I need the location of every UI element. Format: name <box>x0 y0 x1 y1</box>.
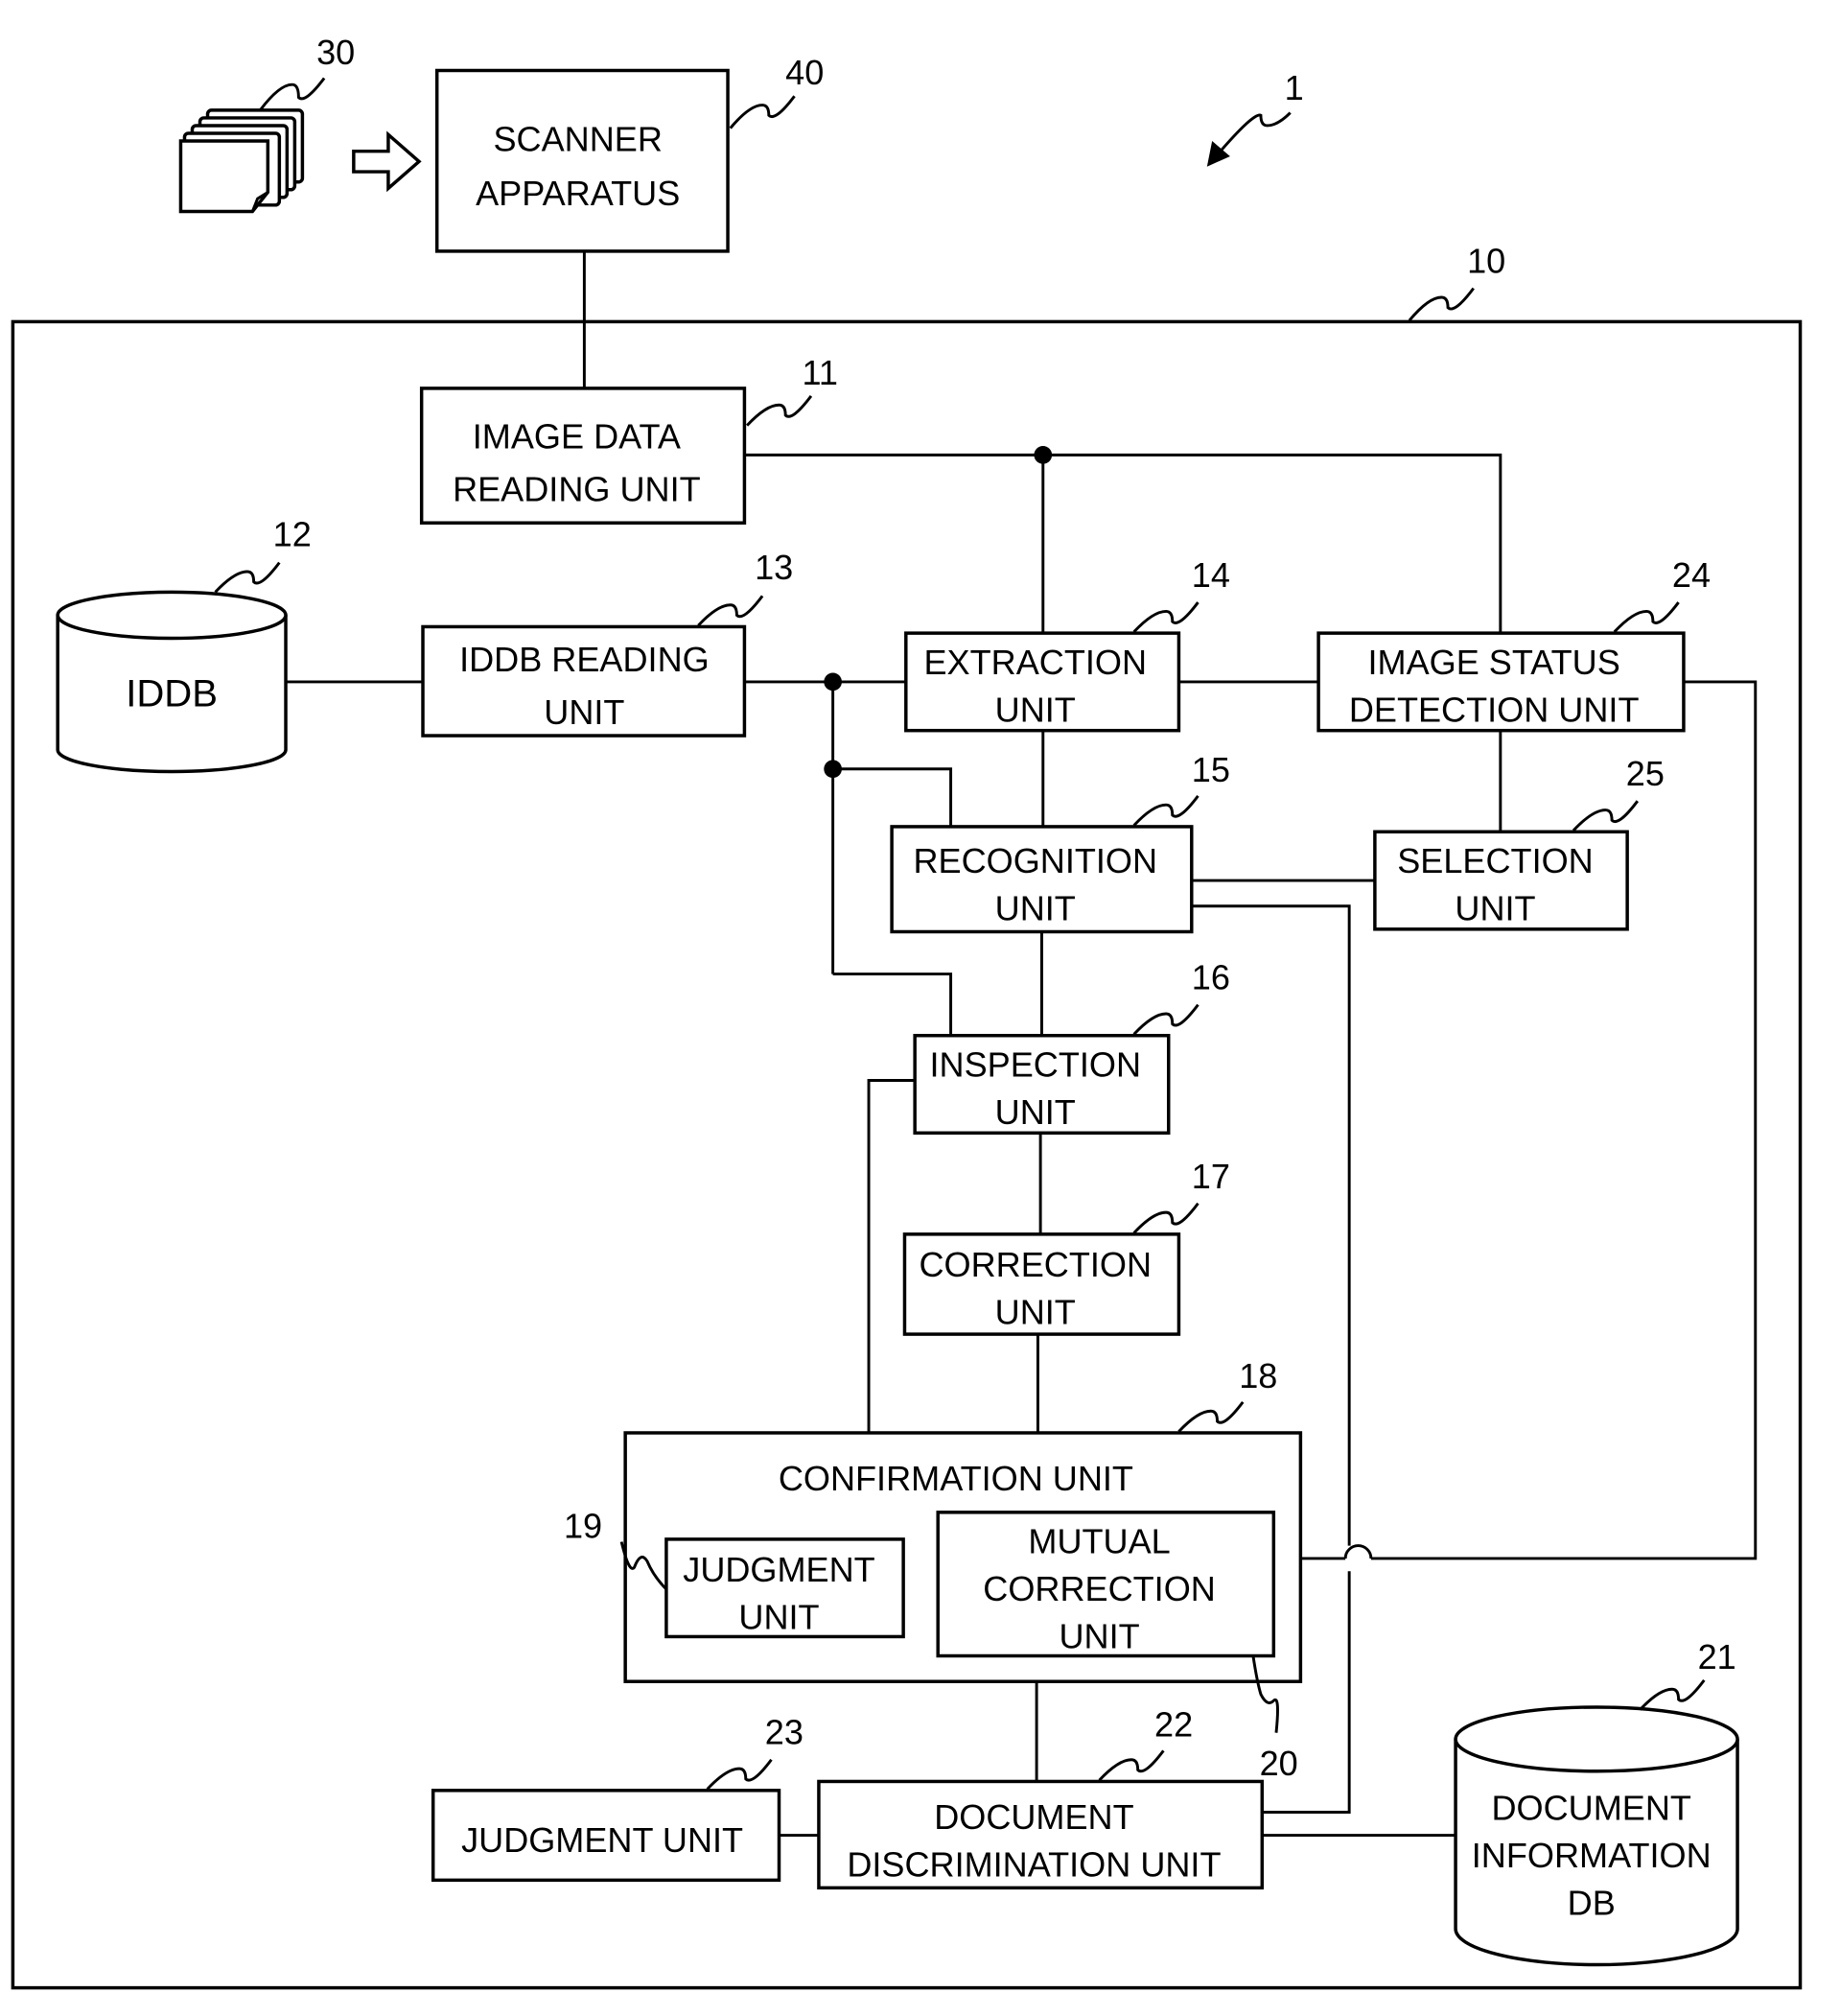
ref-15: 15 <box>1192 750 1230 789</box>
ref-20: 20 <box>1260 1744 1298 1783</box>
ref-14: 14 <box>1192 555 1230 595</box>
image-status-label-2: DETECTION UNIT <box>1349 690 1640 729</box>
image-status-label-1: IMAGE STATUS <box>1368 643 1620 682</box>
scanner-label-1: SCANNER <box>493 120 662 159</box>
selection-label-2: UNIT <box>1455 888 1535 927</box>
ref-18: 18 <box>1239 1356 1277 1395</box>
junction-dot <box>824 760 842 779</box>
documents-stack-icon <box>178 108 305 214</box>
apparatus-ref: 10 <box>1467 242 1505 281</box>
recognition-label-1: RECOGNITION <box>913 841 1157 880</box>
scanner-label-2: APPARATUS <box>476 174 680 213</box>
ref-23: 23 <box>765 1713 804 1752</box>
ref-21: 21 <box>1698 1637 1736 1676</box>
doc-info-db-label-3: DB <box>1568 1883 1616 1922</box>
mutual-correction-label-2: CORRECTION <box>983 1569 1216 1608</box>
system-pointer-arrow <box>1215 111 1292 157</box>
scanner-ref: 40 <box>785 53 824 92</box>
ref-17: 17 <box>1192 1157 1230 1196</box>
mutual-correction-label-1: MUTUAL <box>1028 1522 1170 1561</box>
correction-label-1: CORRECTION <box>920 1245 1153 1284</box>
ref-24: 24 <box>1672 555 1711 595</box>
doc-discrimination-label-1: DOCUMENT <box>934 1797 1133 1837</box>
scanner-apparatus-box <box>434 68 730 253</box>
junction-dot <box>824 672 842 692</box>
judgment-label: JUDGMENT UNIT <box>461 1820 743 1860</box>
feed-arrow-icon <box>352 130 422 193</box>
ref-13: 13 <box>755 548 793 587</box>
block-diagram: 30 SCANNER APPARATUS 40 1 10 IMAGE DATA … <box>11 33 1803 1990</box>
iddb-reading-label-2: UNIT <box>544 692 624 732</box>
extraction-label-1: EXTRACTION <box>924 643 1148 682</box>
judgment-inner-label-2: UNIT <box>738 1597 819 1636</box>
correction-label-2: UNIT <box>995 1292 1076 1331</box>
ref-22: 22 <box>1154 1705 1193 1745</box>
ref-12: 12 <box>273 514 312 553</box>
inspection-label-2: UNIT <box>995 1092 1076 1132</box>
doc-info-db-label-2: INFORMATION <box>1472 1836 1712 1875</box>
extraction-label-2: UNIT <box>995 690 1076 729</box>
documents-leader <box>259 77 326 111</box>
image-data-reading-label-1: IMAGE DATA <box>473 417 681 457</box>
doc-info-db-label-1: DOCUMENT <box>1492 1789 1691 1828</box>
inspection-label-1: INSPECTION <box>930 1044 1142 1084</box>
image-data-reading-label-2: READING UNIT <box>453 469 701 508</box>
iddb-reading-label-1: IDDB READING <box>459 640 710 679</box>
ref-25: 25 <box>1626 754 1665 793</box>
documents-ref: 30 <box>316 33 355 72</box>
system-ref: 1 <box>1285 68 1304 107</box>
ref-11: 11 <box>803 353 838 392</box>
recognition-label-2: UNIT <box>995 888 1076 927</box>
scanner-leader <box>729 95 796 129</box>
ref-16: 16 <box>1192 958 1230 997</box>
doc-discrimination-label-2: DISCRIMINATION UNIT <box>847 1844 1221 1884</box>
iddb-label: IDDB <box>126 672 218 715</box>
junction-dot <box>1034 446 1053 464</box>
confirmation-label: CONFIRMATION UNIT <box>779 1459 1133 1498</box>
mutual-correction-label-3: UNIT <box>1059 1616 1139 1655</box>
ref-19: 19 <box>564 1507 602 1546</box>
selection-label-1: SELECTION <box>1397 841 1594 880</box>
judgment-inner-label-1: JUDGMENT <box>683 1550 874 1589</box>
apparatus-leader <box>1408 287 1475 322</box>
